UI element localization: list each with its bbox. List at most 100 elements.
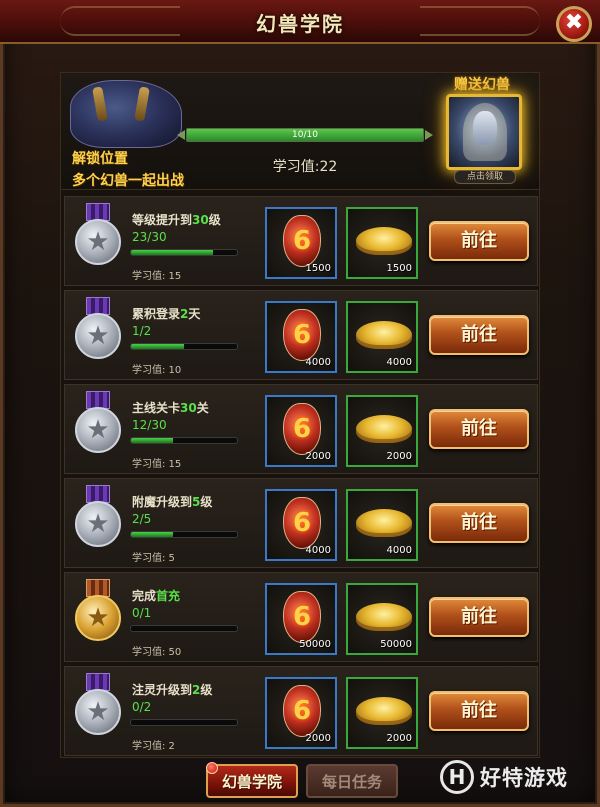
task-progress-bar (130, 437, 238, 444)
task-progress-text: 12/30 (132, 418, 167, 432)
reward-crystal-slot[interactable]: 6 2000 (265, 395, 337, 467)
task-title-pre: 累积登录 (132, 307, 181, 321)
crystal-glyph: 6 (292, 696, 312, 726)
task-study-value: 学习值: 10 (132, 365, 182, 376)
unlock-line-2: 多个幻兽一起出战 (72, 173, 184, 189)
reward-gold-slot[interactable]: 2000 (346, 395, 418, 467)
reward-gold-amount: 4000 (386, 357, 412, 368)
gold-coins-icon (356, 697, 412, 725)
task-title: 完成首充 (132, 587, 180, 604)
reward-crystal-slot[interactable]: 6 50000 (265, 583, 337, 655)
task-title-pre: 完成 (132, 589, 157, 603)
reward-gold-slot[interactable]: 50000 (346, 583, 418, 655)
task-title-highlight: 30 (192, 213, 209, 227)
reward-crystal-slot[interactable]: 6 4000 (265, 301, 337, 373)
go-button[interactable]: 前往 (429, 409, 529, 449)
gift-beast-portrait[interactable] (446, 94, 522, 170)
close-button[interactable]: ✖ (556, 6, 592, 42)
task-progress-bar (130, 343, 238, 350)
task-progress-bar (130, 531, 238, 538)
task-title: 注灵升级到2级 (132, 681, 212, 698)
window-title: 幻兽学院 (256, 12, 344, 36)
star-icon: ★ (86, 227, 110, 257)
medal-disc: ★ (75, 595, 121, 641)
medal-icon: ★ (73, 391, 123, 465)
medal-disc: ★ (75, 219, 121, 265)
crystal-glyph: 6 (292, 602, 312, 632)
reward-crystal-amount: 50000 (299, 639, 331, 650)
reward-gold-amount: 1500 (386, 263, 412, 274)
crystal-icon: 6 (283, 309, 321, 361)
task-title-post: 级 (200, 683, 213, 697)
reward-crystal-amount: 4000 (305, 357, 331, 368)
medal-disc: ★ (75, 689, 121, 735)
task-study-value: 学习值: 50 (132, 647, 182, 658)
unlock-line-1: 解锁位置 (72, 151, 128, 167)
portrait-face (473, 111, 497, 145)
task-title-pre: 注灵升级到 (132, 683, 193, 697)
crystal-glyph: 6 (292, 508, 312, 538)
medal-icon: ★ (73, 673, 123, 747)
star-icon: ★ (86, 321, 110, 351)
task-progress-fill (131, 344, 184, 349)
task-row: ★ 注灵升级到2级 0/2 学习值: 2 6 2000 2000 前往 (64, 666, 538, 756)
beast-image-icon (70, 80, 182, 148)
reward-gold-slot[interactable]: 2000 (346, 677, 418, 749)
go-button[interactable]: 前往 (429, 691, 529, 731)
reward-gold-slot[interactable]: 4000 (346, 489, 418, 561)
task-progress-fill (131, 438, 174, 443)
task-title: 附魔升级到5级 (132, 493, 212, 510)
gold-coins-icon (356, 603, 412, 631)
title-bar: 幻兽学院 (0, 0, 600, 44)
watermark: H 好特游戏 (440, 758, 596, 798)
tab-beast-academy[interactable]: 幻兽学院 (206, 764, 298, 798)
task-title-pre: 附魔升级到 (132, 495, 193, 509)
reward-crystal-amount: 4000 (305, 545, 331, 556)
gold-coins-icon (356, 321, 412, 349)
task-row: ★ 完成首充 0/1 学习值: 50 6 50000 50000 前往 (64, 572, 538, 662)
task-progress-bar (130, 249, 238, 256)
crystal-icon: 6 (283, 215, 321, 267)
study-total: 学习值:22 (272, 159, 338, 175)
task-progress-text: 1/2 (132, 324, 152, 338)
reward-crystal-amount: 2000 (305, 451, 331, 462)
medal-icon: ★ (73, 485, 123, 559)
task-title-highlight: 30 (180, 401, 197, 415)
medal-disc: ★ (75, 407, 121, 453)
star-icon: ★ (86, 509, 110, 539)
watermark-text: 好特游戏 (480, 766, 568, 790)
crystal-icon: 6 (283, 403, 321, 455)
reward-crystal-slot[interactable]: 6 4000 (265, 489, 337, 561)
crystal-glyph: 6 (292, 414, 312, 444)
reward-gold-slot[interactable]: 4000 (346, 301, 418, 373)
gold-coins-icon (356, 415, 412, 443)
reward-gold-amount: 50000 (380, 639, 412, 650)
medal-disc: ★ (75, 501, 121, 547)
reward-gold-amount: 2000 (386, 451, 412, 462)
tab-daily-tasks[interactable]: 每日任务 (306, 764, 398, 798)
reward-crystal-slot[interactable]: 6 2000 (265, 677, 337, 749)
reward-crystal-slot[interactable]: 6 1500 (265, 207, 337, 279)
crystal-glyph: 6 (292, 320, 312, 350)
go-button[interactable]: 前往 (429, 315, 529, 355)
task-progress-fill (131, 250, 213, 255)
task-study-value: 学习值: 2 (132, 741, 175, 752)
medal-icon: ★ (73, 203, 123, 277)
go-button[interactable]: 前往 (429, 503, 529, 543)
task-title-post: 级 (208, 213, 221, 227)
task-row: ★ 等级提升到30级 23/30 学习值: 15 6 1500 1500 前往 (64, 196, 538, 286)
claim-button[interactable]: 点击领取 (454, 170, 516, 184)
gift-title: 赠送幻兽 (454, 77, 510, 93)
task-progress-bar (130, 625, 238, 632)
crystal-icon: 6 (283, 591, 321, 643)
star-icon: ★ (86, 415, 110, 445)
reward-gold-slot[interactable]: 1500 (346, 207, 418, 279)
task-progress-fill (131, 532, 174, 537)
crystal-icon: 6 (283, 685, 321, 737)
go-button[interactable]: 前往 (429, 597, 529, 637)
go-button[interactable]: 前往 (429, 221, 529, 261)
task-title-post: 关 (196, 401, 209, 415)
medal-icon: ★ (73, 297, 123, 371)
task-progress-text: 23/30 (132, 230, 167, 244)
task-title-highlight: 首充 (156, 589, 181, 603)
